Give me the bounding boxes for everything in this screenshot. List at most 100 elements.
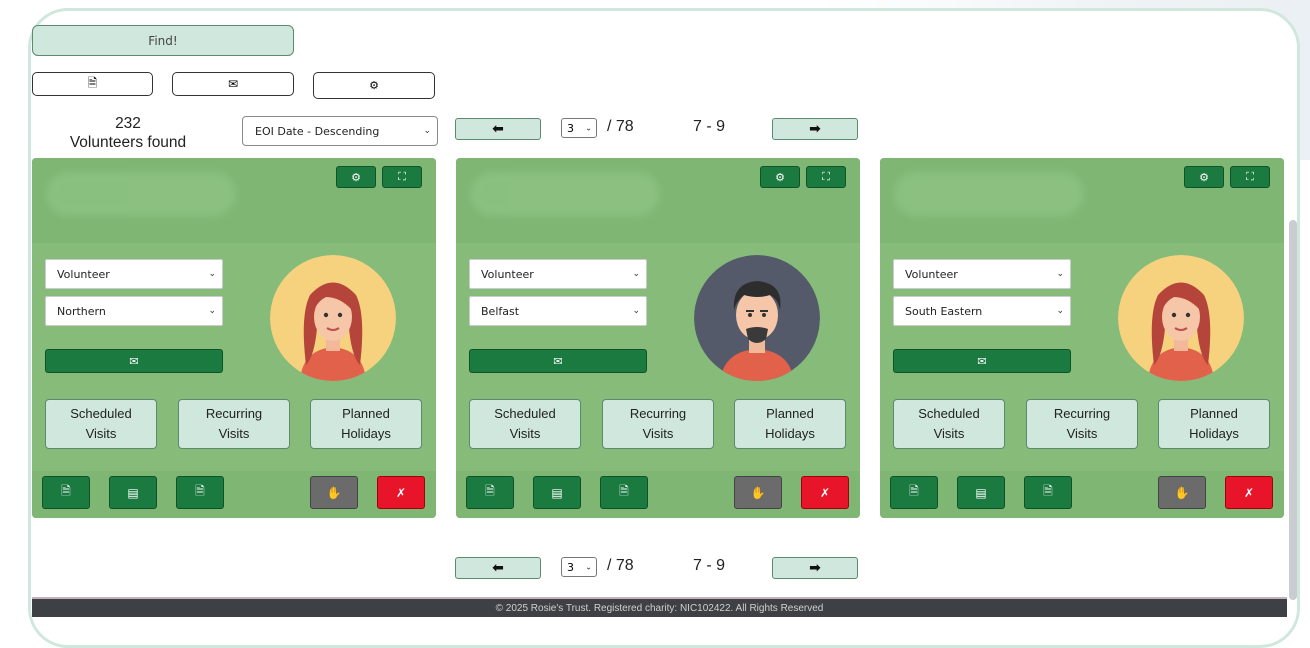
visit-label-line2: Visits: [218, 426, 250, 441]
document-button[interactable]: 🗎: [466, 476, 514, 509]
region-select[interactable]: Belfast ⌄: [469, 296, 647, 326]
card-expand-button[interactable]: ⛶: [382, 166, 422, 188]
expand-icon: ⛶: [398, 170, 406, 183]
planned-holidays-button[interactable]: Planned Holidays: [734, 399, 846, 449]
card-expand-button[interactable]: ⛶: [806, 166, 846, 188]
visit-label-line1: Planned: [766, 406, 814, 421]
file-button[interactable]: 🗎: [600, 476, 648, 509]
hand-icon: ✋: [326, 485, 342, 500]
visit-label-line2: Visits: [642, 426, 674, 441]
results-count-number: 232: [115, 115, 141, 132]
gears-icon: ⚙: [369, 79, 379, 92]
card-email-button[interactable]: ✉: [45, 349, 223, 373]
region-select[interactable]: Northern ⌄: [45, 296, 223, 326]
file-button[interactable]: 🗎: [1024, 476, 1072, 509]
avatar: [694, 255, 820, 381]
export-document-button[interactable]: 🗎: [32, 72, 153, 96]
recurring-visits-button[interactable]: Recurring Visits: [178, 399, 290, 449]
volunteer-name-blurred: [46, 172, 236, 216]
card-settings-button[interactable]: ⚙: [760, 166, 800, 188]
volunteer-card: ⚙ ⛶ Volunteer ⌄ Belfast ⌄ ✉ Scheduled Visits Recu…: [456, 158, 860, 518]
next-page-button[interactable]: ➡: [772, 557, 858, 579]
scrollbar[interactable]: [1289, 220, 1297, 600]
save-button[interactable]: ▤: [533, 476, 581, 509]
card-email-button[interactable]: ✉: [469, 349, 647, 373]
visit-label-line2: Holidays: [1189, 426, 1239, 441]
avatar: [270, 255, 396, 381]
hold-button[interactable]: ✋: [1158, 476, 1206, 509]
role-select[interactable]: Volunteer ⌄: [469, 259, 647, 289]
card-footer: [456, 471, 860, 518]
sort-select[interactable]: EOI Date - Descending ⌄: [242, 116, 438, 146]
find-button[interactable]: Find!: [32, 25, 294, 56]
scheduled-visits-button[interactable]: Scheduled Visits: [893, 399, 1005, 449]
chevron-down-icon: ⌄: [1056, 269, 1064, 279]
next-page-button[interactable]: ➡: [772, 118, 858, 140]
visit-label-line1: Recurring: [205, 406, 263, 421]
visit-label-line2: Visits: [509, 426, 541, 441]
visit-label-line2: Visits: [1066, 426, 1098, 441]
document-icon: 🗎: [909, 484, 919, 498]
close-icon: ✗: [819, 485, 831, 500]
document-icon: 🗎: [87, 75, 98, 90]
card-settings-button[interactable]: ⚙: [1184, 166, 1224, 188]
role-select[interactable]: Volunteer ⌄: [45, 259, 223, 289]
envelope-icon: ✉: [227, 77, 239, 91]
page-select[interactable]: 3 ⌄: [561, 118, 597, 138]
expand-icon: ⛶: [822, 170, 830, 183]
chevron-down-icon: ⌄: [585, 123, 592, 133]
chevron-down-icon: ⌄: [632, 306, 640, 316]
chevron-down-icon: ⌄: [632, 269, 640, 279]
scheduled-visits-button[interactable]: Scheduled Visits: [45, 399, 157, 449]
role-select[interactable]: Volunteer ⌄: [893, 259, 1071, 289]
remove-button[interactable]: ✗: [377, 476, 425, 509]
document-icon: 🗎: [61, 484, 71, 498]
file-button[interactable]: 🗎: [176, 476, 224, 509]
volunteer-card: ⚙ ⛶ Volunteer ⌄ Northern ⌄ ✉ Scheduled Visits Rec…: [32, 158, 436, 518]
prev-page-button[interactable]: ⬅: [455, 557, 541, 579]
visit-label-line1: Scheduled: [70, 406, 132, 421]
card-email-button[interactable]: ✉: [893, 349, 1071, 373]
gear-icon: ⚙: [775, 170, 785, 184]
document-button[interactable]: 🗎: [890, 476, 938, 509]
scheduled-visits-button[interactable]: Scheduled Visits: [469, 399, 581, 449]
visit-label-line1: Planned: [342, 406, 390, 421]
volunteer-card: ⚙ ⛶ Volunteer ⌄ South Eastern ⌄ ✉ Scheduled Visi…: [880, 158, 1284, 518]
file-icon: 🗎: [195, 484, 205, 498]
document-button[interactable]: 🗎: [42, 476, 90, 509]
planned-holidays-button[interactable]: Planned Holidays: [310, 399, 422, 449]
settings-button[interactable]: ⚙: [313, 72, 435, 99]
recurring-visits-button[interactable]: Recurring Visits: [1026, 399, 1138, 449]
page-select-value: 3: [567, 121, 574, 135]
save-button[interactable]: ▤: [957, 476, 1005, 509]
arrow-right-icon: ➡: [809, 121, 821, 137]
chevron-down-icon: ⌄: [208, 306, 216, 316]
region-select-value: Northern: [57, 304, 106, 318]
region-select-value: South Eastern: [905, 304, 983, 318]
card-settings-button[interactable]: ⚙: [336, 166, 376, 188]
document-icon: 🗎: [485, 484, 495, 498]
page-total: / 78: [607, 118, 634, 135]
arrow-right-icon: ➡: [809, 560, 821, 576]
close-icon: ✗: [395, 485, 407, 500]
region-select[interactable]: South Eastern ⌄: [893, 296, 1071, 326]
planned-holidays-button[interactable]: Planned Holidays: [1158, 399, 1270, 449]
results-count: 232 Volunteers found: [58, 114, 198, 152]
card-footer: [32, 471, 436, 518]
envelope-icon: ✉: [553, 354, 563, 368]
email-button[interactable]: ✉: [172, 72, 294, 96]
role-select-value: Volunteer: [57, 267, 110, 281]
page-range: 7 - 9: [693, 118, 726, 135]
hold-button[interactable]: ✋: [310, 476, 358, 509]
remove-button[interactable]: ✗: [1225, 476, 1273, 509]
recurring-visits-button[interactable]: Recurring Visits: [602, 399, 714, 449]
remove-button[interactable]: ✗: [801, 476, 849, 509]
hold-button[interactable]: ✋: [734, 476, 782, 509]
close-icon: ✗: [1243, 485, 1255, 500]
chevron-down-icon: ⌄: [423, 126, 431, 136]
save-button[interactable]: ▤: [109, 476, 157, 509]
card-expand-button[interactable]: ⛶: [1230, 166, 1270, 188]
avatar: [1118, 255, 1244, 381]
page-select[interactable]: 3 ⌄: [561, 557, 597, 577]
prev-page-button[interactable]: ⬅: [455, 118, 541, 140]
